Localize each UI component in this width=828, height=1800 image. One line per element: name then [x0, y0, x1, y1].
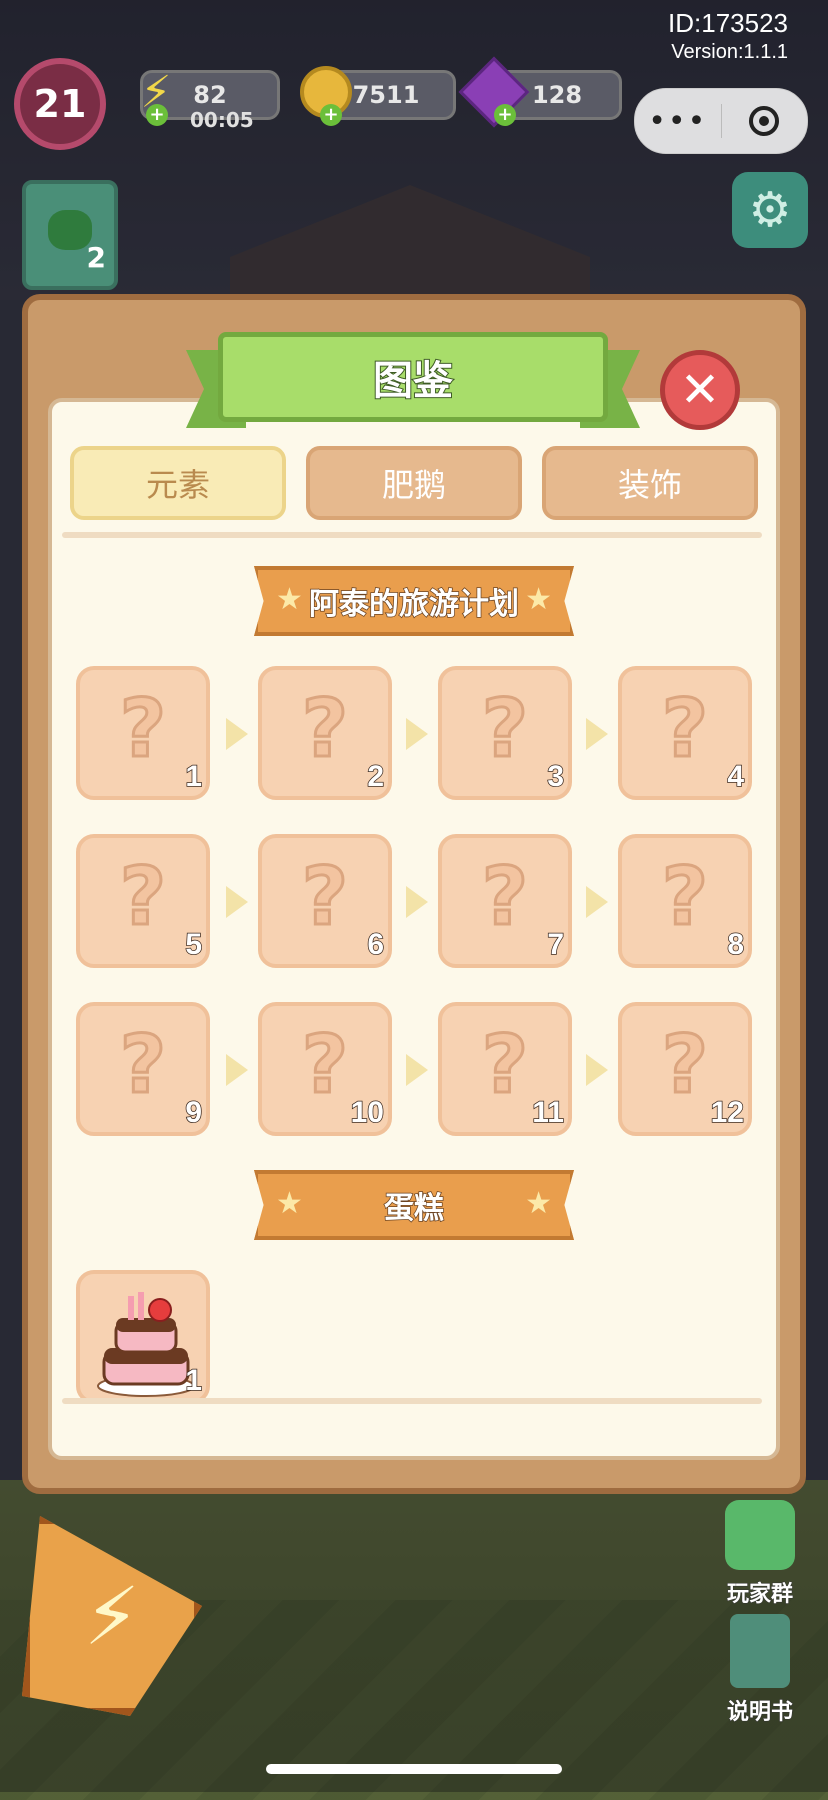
- id-version: ID:173523 Version:1.1.1: [668, 8, 788, 64]
- arrow-right-icon: [406, 1054, 428, 1086]
- version-label: Version:1.1.1: [671, 41, 788, 63]
- arrow-right-icon: [586, 718, 608, 750]
- gem-value: 128: [531, 81, 583, 109]
- coin-plus-icon[interactable]: +: [320, 104, 342, 126]
- player-group-button[interactable]: 玩家群: [706, 1500, 814, 1608]
- arrow-right-icon: [406, 718, 428, 750]
- tile-number: 6: [367, 927, 385, 962]
- manual-button[interactable]: 说明书: [706, 1614, 814, 1726]
- collection-tile[interactable]: ? 7: [438, 834, 572, 968]
- collection-tile[interactable]: ? 3: [438, 666, 572, 800]
- close-icon[interactable]: ✕: [660, 350, 740, 430]
- tile-number: 5: [185, 927, 203, 962]
- energy-timer: 00:05: [190, 108, 254, 132]
- player-group-label: 玩家群: [726, 1582, 793, 1608]
- collection-tile[interactable]: ? 6: [258, 834, 392, 968]
- tile-number: 7: [547, 927, 565, 962]
- task-card-count: 2: [86, 241, 106, 274]
- tile-number: 1: [185, 759, 203, 794]
- arrow-right-icon: [226, 718, 248, 750]
- mini-program-capsule: •••: [634, 88, 808, 154]
- section-banner: ★ 蛋糕 ★: [254, 1170, 574, 1240]
- collection-tile[interactable]: ? 5: [76, 834, 210, 968]
- tab-geese[interactable]: 肥鹅: [306, 446, 522, 520]
- player-id: ID:173523: [668, 8, 788, 38]
- collection-tile[interactable]: ? 12: [618, 1002, 752, 1136]
- task-card[interactable]: 2: [22, 180, 118, 290]
- collection-tile[interactable]: 1: [76, 1270, 210, 1404]
- arrow-right-icon: [406, 886, 428, 918]
- goose-group-icon: [725, 1500, 795, 1570]
- tile-number: 9: [185, 1095, 203, 1130]
- energy-plus-icon[interactable]: +: [146, 104, 168, 126]
- lightning-icon: ⚡: [83, 1569, 141, 1663]
- star-icon: ★: [525, 1186, 552, 1221]
- level-badge[interactable]: 21: [14, 58, 106, 150]
- tab-elements[interactable]: 元素: [70, 446, 286, 520]
- collection-tile[interactable]: ? 4: [618, 666, 752, 800]
- section-title: 蛋糕: [383, 1190, 445, 1227]
- coin-value: 7511: [352, 81, 420, 109]
- manual-label: 说明书: [726, 1700, 793, 1726]
- dialog-title: 图鉴: [372, 357, 454, 405]
- dialog-title-ribbon: 图鉴: [218, 332, 608, 422]
- arrow-right-icon: [586, 1054, 608, 1086]
- star-icon: ★: [525, 582, 552, 617]
- section-banner: ★ 阿泰的旅游计划 ★: [254, 566, 574, 636]
- collection-tile[interactable]: ? 10: [258, 1002, 392, 1136]
- puzzle-icon: [48, 210, 92, 250]
- bottom-divider: [62, 1398, 762, 1404]
- collection-tile[interactable]: ? 1: [76, 666, 210, 800]
- collection-tile[interactable]: ? 11: [438, 1002, 572, 1136]
- energy-value: 82: [193, 81, 227, 109]
- collection-tile[interactable]: ? 2: [258, 666, 392, 800]
- target-circle-icon[interactable]: [722, 106, 808, 136]
- book-icon: [730, 1614, 790, 1688]
- arrow-right-icon: [586, 886, 608, 918]
- tile-number: 12: [710, 1095, 745, 1130]
- star-icon: ★: [276, 582, 303, 617]
- tile-number: 1: [185, 1363, 203, 1398]
- level-number: 21: [33, 82, 87, 126]
- cake-icon: [97, 1292, 195, 1397]
- tile-number: 4: [727, 759, 745, 794]
- arrow-right-icon: [226, 886, 248, 918]
- tile-number: 8: [727, 927, 745, 962]
- tabs-divider: [62, 532, 762, 538]
- gem-plus-icon[interactable]: +: [494, 104, 516, 126]
- tab-decorations[interactable]: 装饰: [542, 446, 758, 520]
- arrow-right-icon: [226, 1054, 248, 1086]
- tile-number: 3: [547, 759, 565, 794]
- tile-number: 2: [367, 759, 385, 794]
- section-title: 阿泰的旅游计划: [308, 586, 520, 623]
- more-dots-icon[interactable]: •••: [635, 104, 721, 139]
- tile-number: 11: [532, 1095, 565, 1130]
- gear-icon[interactable]: ⚙: [732, 172, 808, 248]
- star-icon: ★: [276, 1186, 303, 1221]
- collection-tile[interactable]: ? 9: [76, 1002, 210, 1136]
- tile-number: 10: [350, 1095, 385, 1130]
- collection-tile[interactable]: ? 8: [618, 834, 752, 968]
- home-indicator[interactable]: [266, 1764, 562, 1774]
